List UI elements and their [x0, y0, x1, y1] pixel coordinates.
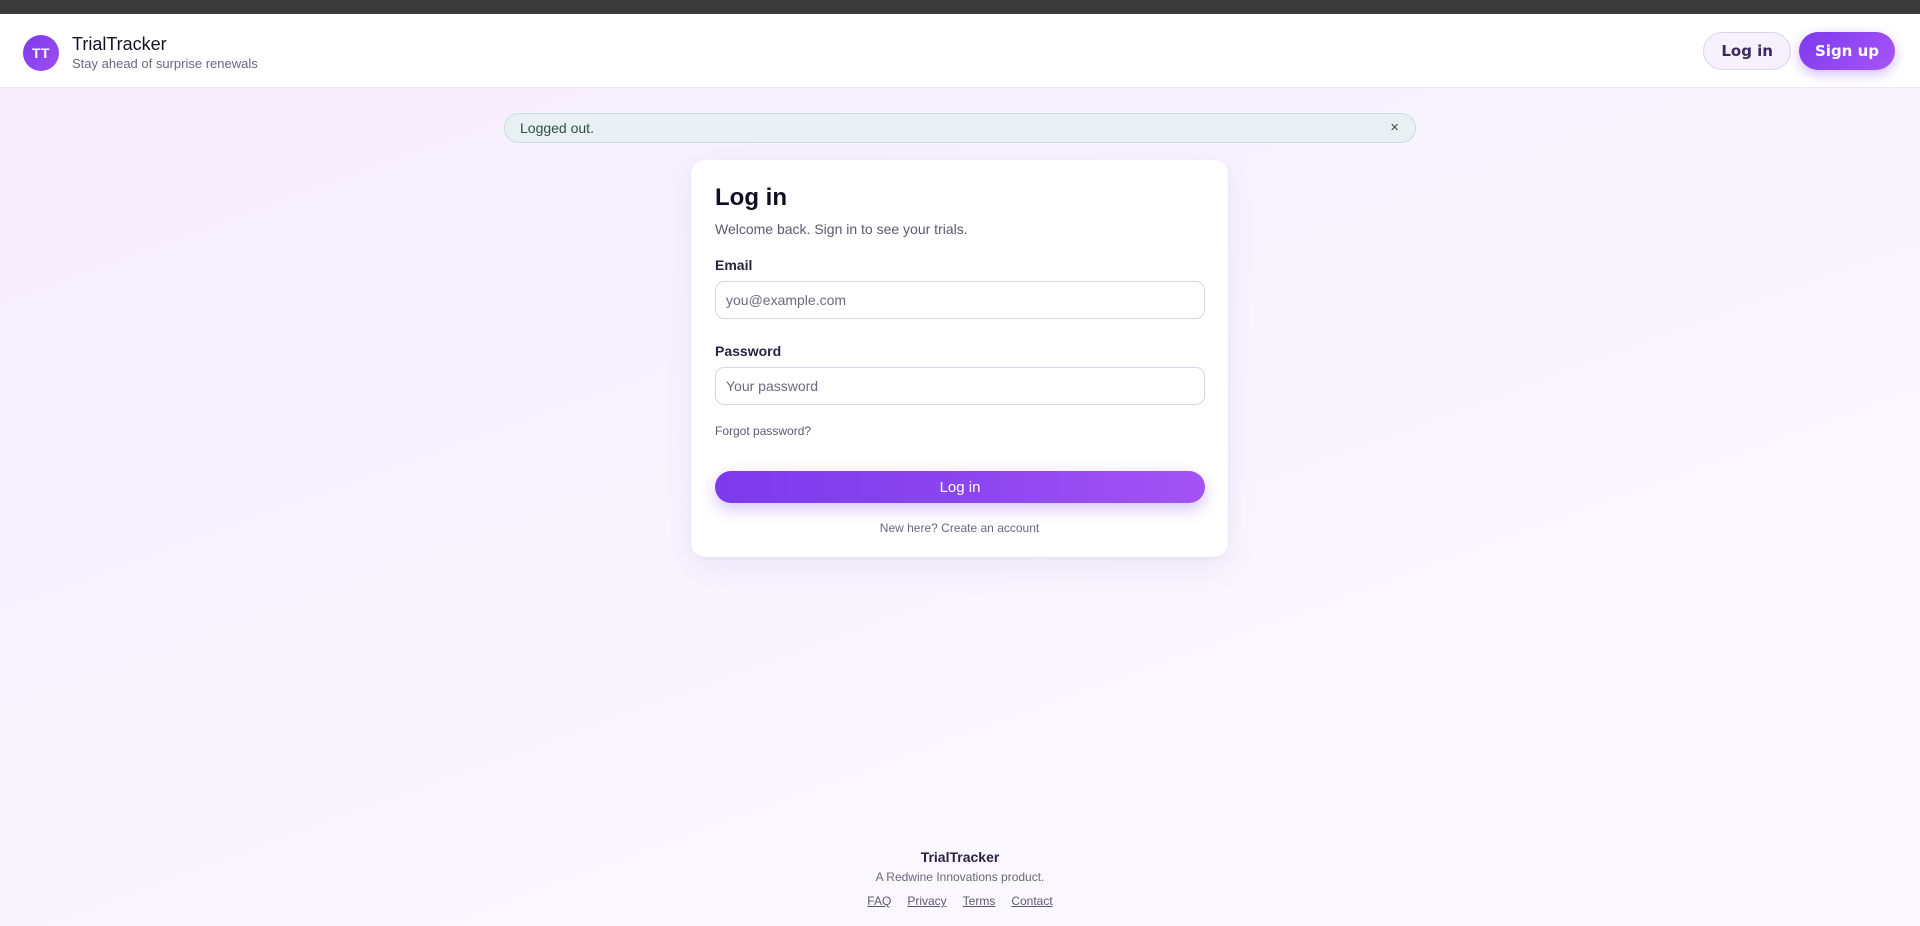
app-name: TrialTracker: [72, 34, 167, 54]
email-label: Email: [715, 257, 753, 273]
browser-chrome-strip: [0, 0, 1920, 14]
top-navigation-bar: TT TrialTracker Stay ahead of surprise r…: [0, 14, 1920, 88]
signup-prompt: New here? Create an account: [715, 521, 1204, 535]
create-account-link[interactable]: Create an account: [941, 521, 1039, 535]
footer-link-privacy[interactable]: Privacy: [907, 894, 946, 908]
forgot-password-link[interactable]: Forgot password?: [715, 424, 1204, 438]
login-title: Log in: [715, 184, 787, 211]
auth-buttons: Log in Sign up: [1703, 32, 1895, 70]
app-tagline: Stay ahead of surprise renewals: [72, 56, 258, 71]
footer-link-faq[interactable]: FAQ: [867, 894, 891, 908]
footer-app-name: TrialTracker: [920, 849, 1000, 865]
login-subtitle: Welcome back. Sign in to see your trials…: [715, 221, 968, 237]
page-footer: TrialTracker A Redwine Innovations produ…: [0, 849, 1920, 908]
login-card: Log in Welcome back. Sign in to see your…: [691, 160, 1228, 557]
footer-link-contact[interactable]: Contact: [1011, 894, 1052, 908]
alert-message: Logged out.: [520, 120, 594, 136]
password-field[interactable]: [715, 367, 1205, 405]
footer-link-terms[interactable]: Terms: [963, 894, 996, 908]
login-submit-button[interactable]: Log in: [715, 471, 1205, 503]
brand[interactable]: TT TrialTracker Stay ahead of surprise r…: [23, 34, 258, 72]
brand-text: TrialTracker Stay ahead of surprise rene…: [72, 34, 258, 72]
header-signup-button[interactable]: Sign up: [1799, 32, 1895, 70]
signup-prompt-text: New here?: [879, 521, 942, 535]
logo-avatar: TT: [23, 35, 59, 71]
close-icon[interactable]: ×: [1390, 119, 1399, 137]
logout-alert: Logged out. ×: [504, 113, 1416, 143]
footer-tagline: A Redwine Innovations product.: [875, 870, 1045, 884]
password-label: Password: [715, 343, 782, 359]
header-login-button[interactable]: Log in: [1703, 32, 1791, 70]
email-field[interactable]: [715, 281, 1205, 319]
footer-links: FAQ Privacy Terms Contact: [0, 894, 1920, 908]
